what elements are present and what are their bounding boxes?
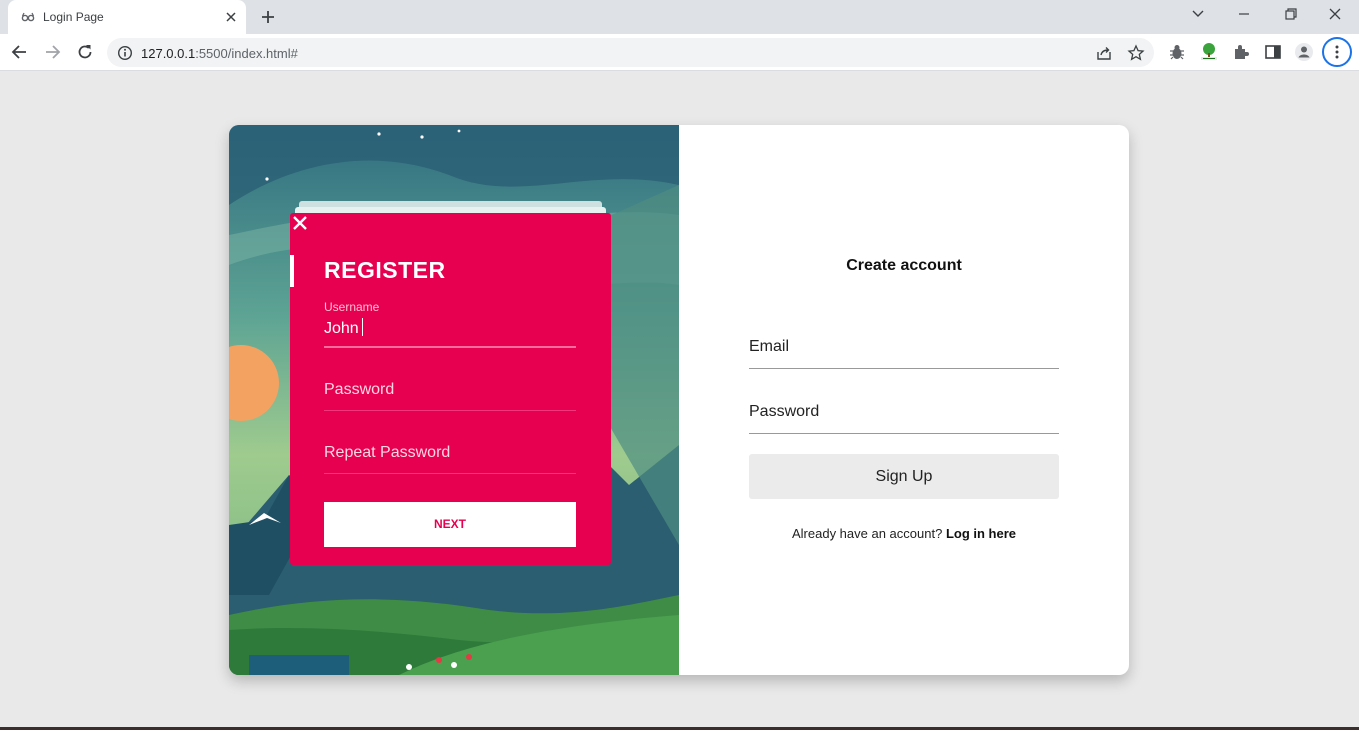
username-underline: [324, 346, 576, 348]
address-bar[interactable]: 127.0.0.1:5500/index.html#: [107, 38, 1154, 67]
next-button-illustration: NEXT: [324, 502, 576, 547]
signup-form: Create account Email Password Sign Up Al…: [679, 125, 1129, 675]
browser-tab[interactable]: Login Page: [8, 0, 246, 34]
arrow-left-icon[interactable]: [10, 42, 30, 62]
plus-icon[interactable]: [258, 7, 278, 27]
password-label: Password: [749, 403, 820, 420]
minimize-icon[interactable]: [1231, 4, 1257, 24]
form-title: Create account: [846, 257, 962, 274]
username-text: John: [324, 320, 359, 337]
puzzle-icon[interactable]: [1231, 42, 1251, 62]
bug-icon[interactable]: [1167, 42, 1187, 62]
browser-toolbar: 127.0.0.1:5500/index.html#: [0, 34, 1359, 71]
close-icon: [293, 216, 307, 230]
text-caret: [361, 318, 363, 336]
star-dot: [457, 129, 461, 133]
profile-icon[interactable]: [1294, 42, 1314, 62]
login-prompt: Already have an account? Log in here: [679, 526, 1129, 541]
active-marker: [290, 255, 294, 287]
close-icon[interactable]: [222, 8, 240, 26]
browser-menu-button[interactable]: [1322, 37, 1352, 67]
tab-title: Login Page: [43, 10, 104, 24]
star-icon[interactable]: [1127, 44, 1145, 62]
login-prompt-text: Already have an account?: [791, 526, 943, 541]
username-value: John: [324, 318, 363, 338]
info-icon[interactable]: [117, 45, 133, 61]
restore-icon[interactable]: [1277, 4, 1303, 24]
sign-up-button[interactable]: Sign Up: [749, 454, 1059, 499]
reload-icon[interactable]: [75, 42, 95, 62]
chevron-down-icon[interactable]: [1185, 4, 1211, 24]
kebab-menu-icon: [1335, 45, 1339, 59]
star-dot: [265, 177, 269, 181]
repeat-password-underline: [324, 473, 576, 474]
star-dot: [420, 135, 424, 139]
tree-icon[interactable]: [1199, 42, 1219, 62]
register-illustration: REGISTER Username John Password Repeat P…: [229, 125, 679, 675]
login-card: REGISTER Username John Password Repeat P…: [229, 125, 1129, 675]
username-label: Username: [324, 300, 380, 314]
url-text: 127.0.0.1:5500/index.html#: [141, 46, 298, 61]
url-path: :5500/index.html#: [195, 46, 298, 61]
side-panel-icon[interactable]: [1263, 42, 1283, 62]
password-underline: [324, 410, 576, 411]
url-host: 127.0.0.1: [141, 46, 196, 61]
close-window-icon[interactable]: [1322, 4, 1348, 24]
glasses-icon: [21, 12, 35, 22]
star-dot: [377, 132, 381, 136]
password-placeholder: Password: [324, 381, 395, 398]
browser-tab-bar: Login Page: [0, 0, 1359, 34]
share-icon[interactable]: [1095, 44, 1113, 62]
register-title: REGISTER: [324, 257, 446, 283]
login-link[interactable]: Log in here: [946, 526, 1016, 541]
email-field[interactable]: Email: [749, 325, 1059, 369]
email-label: Email: [749, 338, 790, 355]
password-field[interactable]: Password: [749, 390, 1059, 434]
register-panel: REGISTER Username John Password Repeat P…: [290, 213, 611, 565]
repeat-password-placeholder: Repeat Password: [324, 444, 451, 461]
arrow-right-icon[interactable]: [42, 42, 62, 62]
